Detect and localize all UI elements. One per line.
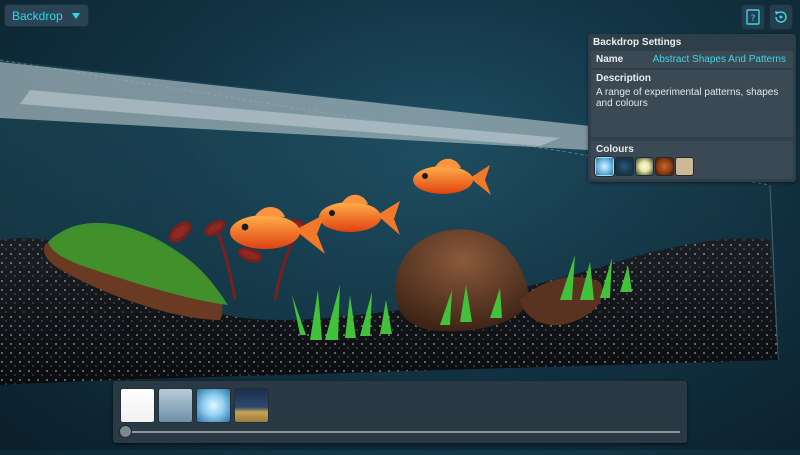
- description-text: A range of experimental patterns, shapes…: [596, 87, 779, 109]
- colour-swatch[interactable]: [616, 158, 633, 175]
- colour-swatch[interactable]: [596, 158, 613, 175]
- backdrop-thumbnail-bar: [113, 381, 687, 443]
- name-row: Name Abstract Shapes And Patterns: [591, 51, 793, 68]
- colour-swatch[interactable]: [656, 158, 673, 175]
- backdrop-thumb-blue-glow[interactable]: [197, 389, 230, 422]
- colour-swatch[interactable]: [636, 158, 653, 175]
- help-button[interactable]: ?: [742, 5, 764, 29]
- colour-swatch[interactable]: [676, 158, 693, 175]
- colour-swatches: [596, 158, 693, 175]
- backdrop-thumb-white[interactable]: [121, 389, 154, 422]
- backdrop-dropdown[interactable]: Backdrop: [5, 5, 88, 26]
- svg-text:?: ?: [751, 14, 756, 24]
- thumbnail-scroll-track[interactable]: [126, 431, 680, 433]
- reset-button[interactable]: [770, 5, 792, 29]
- name-label: Name: [596, 54, 624, 65]
- reset-rotate-icon: [775, 11, 787, 23]
- description-row: Description A range of experimental patt…: [591, 70, 793, 137]
- backdrop-settings-panel: Backdrop Settings Name Abstract Shapes A…: [588, 34, 796, 182]
- backdrop-thumb-blue-fade[interactable]: [159, 389, 192, 422]
- colours-label: Colours: [596, 144, 634, 155]
- panel-title: Backdrop Settings: [593, 37, 682, 48]
- backdrop-dropdown-label: Backdrop: [12, 8, 63, 23]
- name-value: Abstract Shapes And Patterns: [652, 54, 786, 65]
- description-label: Description: [596, 73, 652, 84]
- thumbnail-scroll-handle[interactable]: [120, 426, 131, 437]
- help-icon: ?: [746, 9, 760, 25]
- chevron-down-icon: [72, 12, 80, 19]
- colours-row: Colours: [591, 141, 793, 179]
- backdrop-thumb-dune[interactable]: [235, 389, 268, 422]
